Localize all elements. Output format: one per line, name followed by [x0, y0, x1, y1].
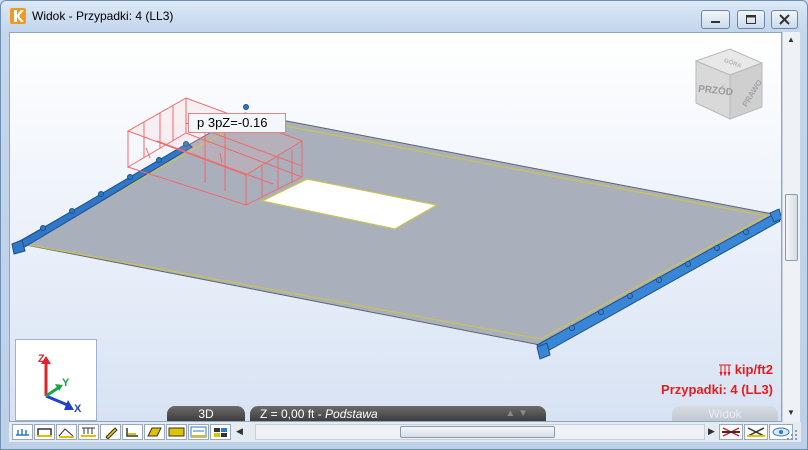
toolbar-scroll-right-icon[interactable]: ▶	[708, 426, 715, 437]
show-all-icon[interactable]	[744, 424, 768, 440]
scroll-up-icon[interactable]: ▲	[787, 35, 795, 44]
unit-label: kip/ft2	[734, 362, 773, 377]
resize-grip-icon[interactable]	[785, 424, 799, 442]
minimize-button[interactable]	[701, 10, 730, 29]
distributed-load-icon	[718, 364, 731, 376]
slab-display-icon[interactable]	[166, 424, 187, 440]
scroll-down-icon[interactable]: ▼	[787, 408, 795, 417]
results-map-icon[interactable]	[210, 424, 231, 440]
hide-elements-icon[interactable]	[719, 424, 743, 440]
vertical-scrollbar[interactable]: ▲ ▼	[782, 32, 800, 422]
axis-triad: Z Y X	[15, 339, 97, 421]
level-prefix: Z = 0,00 ft -	[260, 407, 326, 421]
view-cube[interactable]: PRZÓD PRAWO GÓRA	[694, 48, 764, 120]
view-button[interactable]: Widok	[672, 406, 778, 421]
beams-display-icon[interactable]	[34, 424, 55, 440]
level-up-down-icon[interactable]: ▲ ▼	[505, 406, 528, 421]
model-scene[interactable]: PRZÓD PRAWO GÓRA	[10, 33, 782, 422]
maximize-icon	[746, 15, 756, 24]
unit-legend: kip/ft2	[718, 362, 773, 377]
load-value-tooltip: p 3pZ=-0.16	[188, 113, 286, 133]
section-icon[interactable]	[122, 424, 143, 440]
toolbar-scroll-left-icon[interactable]: ◀	[236, 426, 243, 437]
vertical-scroll-thumb[interactable]	[785, 194, 798, 261]
slab[interactable]	[14, 112, 780, 346]
mesh-numbers-icon[interactable]	[188, 424, 209, 440]
app-logo-icon	[10, 8, 26, 24]
minimize-icon	[711, 21, 720, 23]
load-case-label: Przypadki: 4 (LL3)	[661, 382, 773, 397]
window-title: Widok - Przypadki: 4 (LL3)	[32, 9, 174, 23]
horizontal-scroll-thumb[interactable]	[400, 426, 555, 438]
supports-display-icon[interactable]	[12, 424, 33, 440]
title-bar[interactable]: Widok - Przypadki: 4 (LL3)	[1, 1, 807, 32]
close-icon	[779, 14, 790, 25]
3d-viewport[interactable]: PRZÓD PRAWO GÓRA p 3pZ=-0.16 Z Y X kip/f…	[9, 32, 782, 422]
view-window: Widok - Przypadki: 4 (LL3) PRZÓD PRAWO G…	[0, 0, 808, 450]
close-button[interactable]	[771, 10, 798, 29]
horizontal-scrollbar[interactable]	[255, 424, 705, 440]
axis-z-label: Z	[38, 353, 45, 365]
loads-display-icon[interactable]	[78, 424, 99, 440]
axes-icon: Z Y X	[38, 353, 82, 415]
view-mode-button[interactable]: 3D	[167, 406, 245, 421]
panel-icon[interactable]	[144, 424, 165, 440]
view-toolbar: ◀ ▶	[9, 422, 801, 442]
level-name: Podstawa	[325, 407, 378, 421]
axis-x-label: X	[74, 403, 82, 415]
maximize-button[interactable]	[737, 10, 765, 29]
pencil-icon[interactable]	[100, 424, 121, 440]
axis-y-label: Y	[62, 377, 70, 389]
level-selector[interactable]: Z = 0,00 ft - Podstawa ▲ ▼	[250, 406, 546, 421]
support-node-top	[243, 104, 249, 110]
node-numbers-icon[interactable]	[56, 424, 77, 440]
